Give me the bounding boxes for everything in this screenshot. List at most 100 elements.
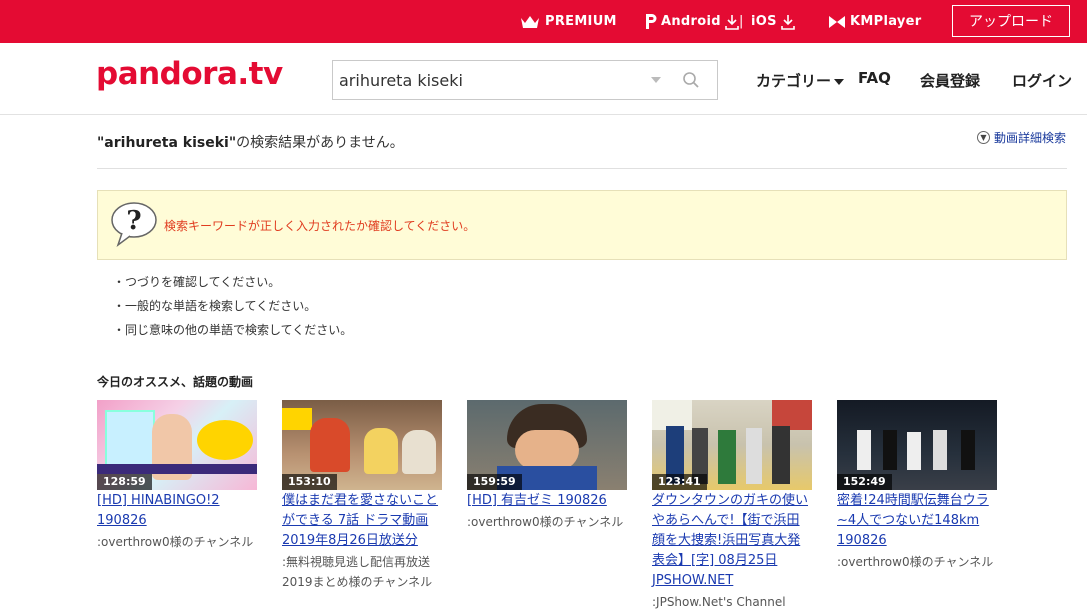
- android-download-link[interactable]: Android: [645, 0, 740, 43]
- question-bubble-icon: ?: [111, 202, 157, 248]
- video-duration: 128:59: [97, 474, 152, 490]
- topbar-separator: |: [739, 14, 744, 29]
- video-title-line: 表会】[字] 08月25日: [652, 553, 778, 568]
- video-duration: 123:41: [652, 474, 707, 490]
- video-title-line: 190826: [97, 513, 147, 528]
- no-results-message: "arihureta kiseki"の検索結果がありません。: [97, 132, 404, 152]
- chevron-circle-icon: ▼: [976, 131, 990, 144]
- search-input[interactable]: [339, 61, 639, 99]
- video-title-line: 密着!24時間駅伝舞台ウラ: [837, 493, 989, 508]
- svg-text:?: ?: [126, 206, 141, 236]
- tip-item: ・同じ意味の他の単語で検索してください。: [113, 323, 353, 337]
- video-title-link[interactable]: ダウンタウンのガキの使い やあらへんで!【街で浜田 顔を大捜索!浜田写真大発 表…: [652, 491, 817, 591]
- video-title-line: やあらへんで!【街で浜田: [652, 513, 800, 528]
- thumb-shape: [718, 430, 736, 484]
- video-duration: 159:59: [467, 474, 522, 490]
- video-title-line: ダウンタウンのガキの使い: [652, 493, 809, 508]
- video-title-line: 顔を大捜索!浜田写真大発: [652, 533, 801, 548]
- thumb-shape: [883, 430, 897, 470]
- nav-category[interactable]: カテゴリー: [756, 70, 845, 91]
- upload-button[interactable]: アップロード: [952, 5, 1070, 37]
- tip-item: ・一般的な単語を検索してください。: [113, 299, 317, 313]
- video-channel-line: :overthrow0様のチャンネル: [467, 515, 624, 529]
- nav-category-label: カテゴリー: [756, 72, 832, 90]
- video-title-line: 190826: [837, 533, 887, 548]
- tip-item: ・つづりを確認してください。: [113, 275, 281, 289]
- video-channel[interactable]: :無料視聴見逃し配信再放送 2019まとめ様のチャンネル: [282, 552, 447, 592]
- thumb-shape: [772, 426, 790, 484]
- android-label: Android: [661, 14, 721, 29]
- video-channel-line: 2019まとめ様のチャンネル: [282, 575, 433, 589]
- video-thumbnail[interactable]: 123:41: [652, 400, 812, 490]
- video-title-link[interactable]: [HD] 有吉ゼミ 190826: [467, 491, 632, 511]
- video-card: 123:41 ダウンタウンのガキの使い やあらへんで!【街で浜田 顔を大捜索!浜…: [652, 400, 817, 611]
- chevron-down-icon: [834, 78, 845, 85]
- video-channel[interactable]: :JPShow.Net's Channel: [652, 592, 817, 611]
- divider: [97, 168, 1067, 169]
- premium-label: PREMIUM: [545, 14, 617, 29]
- video-title-line: JPSHOW.NET: [652, 573, 734, 588]
- thumb-shape: [364, 428, 398, 474]
- thumb-shape: [197, 420, 253, 460]
- download-icon: [780, 14, 795, 30]
- search-tips: ・つづりを確認してください。 ・一般的な単語を検索してください。 ・同じ意味の他…: [113, 274, 352, 346]
- video-thumbnail[interactable]: 153:10: [282, 400, 442, 490]
- thumb-shape: [746, 428, 762, 484]
- video-card: 153:10 僕はまだ君を愛さないこと ができる 7話 ドラマ動画 2019年8…: [282, 400, 447, 592]
- video-title-line: ~4人でつないだ148km: [837, 513, 980, 528]
- video-title-link[interactable]: 密着!24時間駅伝舞台ウラ ~4人でつないだ148km 190826: [837, 491, 1002, 551]
- no-results-suffix: の検索結果がありません。: [236, 135, 404, 151]
- ios-download-link[interactable]: iOS: [751, 0, 796, 43]
- thumb-shape: [402, 430, 436, 474]
- video-title-link[interactable]: 僕はまだ君を愛さないこと ができる 7話 ドラマ動画 2019年8月26日放送分: [282, 491, 447, 551]
- premium-link[interactable]: PREMIUM: [520, 0, 617, 43]
- video-channel-line: :無料視聴見逃し配信再放送: [282, 555, 431, 569]
- video-thumbnail[interactable]: 152:49: [837, 400, 997, 490]
- video-title-line: ができる 7話 ドラマ動画: [282, 513, 429, 528]
- advanced-search-link[interactable]: ▼ 動画詳細検索: [976, 129, 1066, 146]
- video-thumbnail[interactable]: 128:59: [97, 400, 257, 490]
- search-query: "arihureta kiseki": [97, 135, 237, 151]
- video-duration: 153:10: [282, 474, 337, 490]
- video-card: 128:59 [HD] HINABINGO!2 190826 :overthro…: [97, 400, 262, 552]
- search-box: [332, 60, 718, 100]
- pandora-logo[interactable]: pandora.tv: [96, 56, 283, 92]
- video-duration: 152:49: [837, 474, 892, 490]
- kmplayer-link[interactable]: KMPlayer: [828, 0, 921, 43]
- ios-label: iOS: [751, 14, 777, 29]
- notice-message: 検索キーワードが正しく入力されたか確認してください。: [164, 219, 476, 233]
- thumb-shape: [961, 430, 975, 470]
- video-title-line: 2019年8月26日放送分: [282, 533, 418, 548]
- crown-icon: [521, 15, 539, 28]
- search-dropdown-icon[interactable]: [651, 77, 661, 83]
- thumb-shape: [105, 410, 155, 470]
- top-bar: PREMIUM Android | iOS KMPlayer アップロード: [0, 0, 1087, 43]
- video-thumbnail[interactable]: 159:59: [467, 400, 627, 490]
- search-icon[interactable]: [682, 71, 700, 89]
- video-title-line: [HD] HINABINGO!2: [97, 493, 220, 508]
- video-title-line: 僕はまだ君を愛さないこと: [282, 493, 439, 508]
- video-card: 159:59 [HD] 有吉ゼミ 190826 :overthrow0様のチャン…: [467, 400, 632, 532]
- thumb-shape: [97, 464, 257, 474]
- video-channel-line: :JPShow.Net's Channel: [652, 595, 786, 609]
- download-icon: [725, 14, 739, 30]
- video-channel[interactable]: :overthrow0様のチャンネル: [467, 512, 632, 532]
- nav-register[interactable]: 会員登録: [920, 70, 980, 91]
- site-header: pandora.tv カテゴリー FAQ 会員登録 ログイン: [0, 43, 1087, 115]
- thumb-shape: [310, 418, 350, 472]
- advanced-search-label: 動画詳細検索: [993, 131, 1066, 145]
- thumb-shape: [282, 408, 312, 430]
- nav-login[interactable]: ログイン: [1012, 70, 1072, 91]
- kmplayer-label: KMPlayer: [850, 14, 922, 29]
- video-channel-line: :overthrow0様のチャンネル: [837, 555, 994, 569]
- video-title-link[interactable]: [HD] HINABINGO!2 190826: [97, 491, 262, 531]
- thumb-shape: [907, 432, 921, 470]
- video-channel-line: :overthrow0様のチャンネル: [97, 535, 254, 549]
- kmplayer-icon: [829, 15, 845, 28]
- nav-faq[interactable]: FAQ: [858, 69, 891, 87]
- video-channel[interactable]: :overthrow0様のチャンネル: [97, 532, 262, 552]
- video-card: 152:49 密着!24時間駅伝舞台ウラ ~4人でつないだ148km 19082…: [837, 400, 1002, 572]
- video-title-line: [HD] 有吉ゼミ 190826: [467, 493, 607, 508]
- thumb-shape: [515, 430, 579, 470]
- video-channel[interactable]: :overthrow0様のチャンネル: [837, 552, 1002, 572]
